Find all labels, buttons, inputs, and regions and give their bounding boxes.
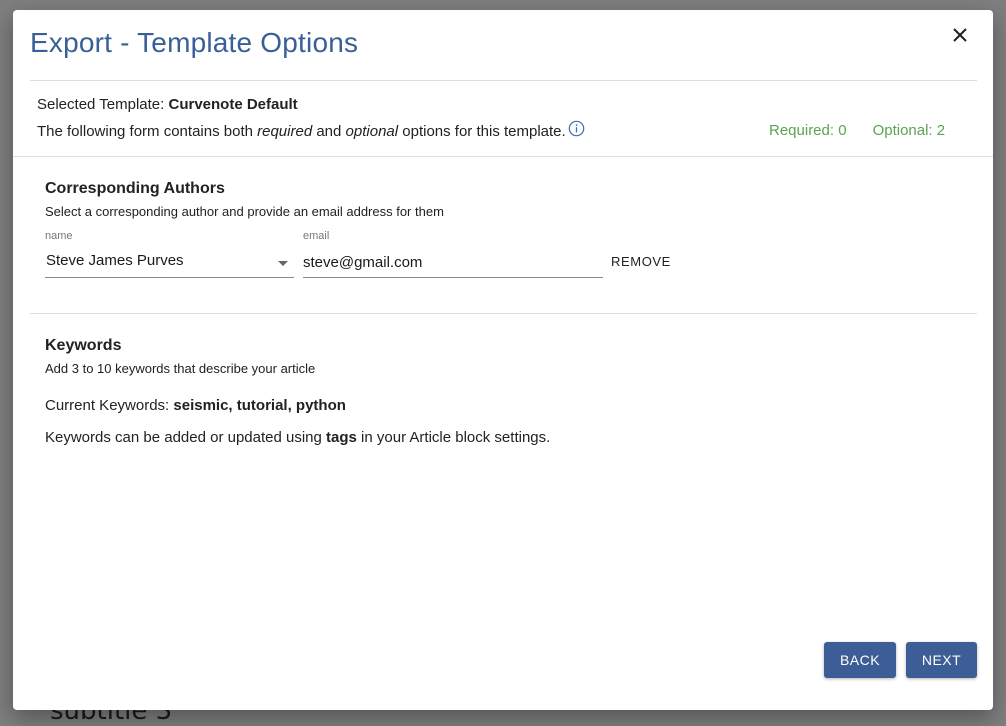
title-divider xyxy=(30,80,977,81)
back-button[interactable]: BACK xyxy=(824,642,896,678)
required-count: Required: 0 xyxy=(769,122,847,139)
description-text: and xyxy=(312,123,346,140)
selected-template: Selected Template: Curvenote Default xyxy=(37,96,298,113)
current-keywords: Current Keywords: seismic, tutorial, pyt… xyxy=(45,397,346,414)
keywords-note-text: Keywords can be added or updated using xyxy=(45,429,327,446)
selected-template-label: Selected Template: xyxy=(37,96,169,113)
keywords-note-tags: tags xyxy=(326,429,357,446)
current-keywords-values: seismic, tutorial, python xyxy=(173,397,346,414)
optional-count: Optional: 2 xyxy=(872,122,946,139)
name-field-label: name xyxy=(45,230,73,242)
description-text: The following form contains both xyxy=(37,123,258,140)
info-icon[interactable] xyxy=(568,120,585,141)
authors-section-subtitle: Select a corresponding author and provid… xyxy=(45,204,444,219)
next-button[interactable]: NEXT xyxy=(906,642,977,678)
description-required: required xyxy=(257,123,313,140)
keywords-note-text: in your Article block settings. xyxy=(356,429,551,446)
header-divider xyxy=(13,156,993,157)
keywords-section-subtitle: Add 3 to 10 keywords that describe your … xyxy=(45,361,316,376)
selected-template-name: Curvenote Default xyxy=(168,96,298,113)
current-keywords-label: Current Keywords: xyxy=(45,397,174,414)
section-divider xyxy=(30,313,977,314)
email-field xyxy=(303,248,603,278)
email-field-label: email xyxy=(303,230,330,242)
description-text: options for this template. xyxy=(398,123,566,140)
email-input[interactable] xyxy=(303,248,603,277)
close-button[interactable] xyxy=(947,22,973,48)
author-name-select[interactable]: Steve James Purves xyxy=(45,248,294,278)
remove-author-button[interactable]: REMOVE xyxy=(611,254,671,269)
close-icon xyxy=(953,28,967,42)
keywords-note: Keywords can be added or updated using t… xyxy=(45,429,550,446)
export-template-dialog: Export - Template Options Selected Templ… xyxy=(13,10,993,710)
description-optional: optional xyxy=(345,123,399,140)
keywords-section-title: Keywords xyxy=(45,337,122,354)
authors-section-title: Corresponding Authors xyxy=(45,180,225,197)
chevron-down-icon xyxy=(278,261,288,266)
template-description: The following form contains both require… xyxy=(37,120,585,141)
author-name-value: Steve James Purves xyxy=(46,252,184,269)
option-counts: Required: 0 Optional: 2 xyxy=(769,122,945,139)
dialog-title: Export - Template Options xyxy=(30,27,359,58)
